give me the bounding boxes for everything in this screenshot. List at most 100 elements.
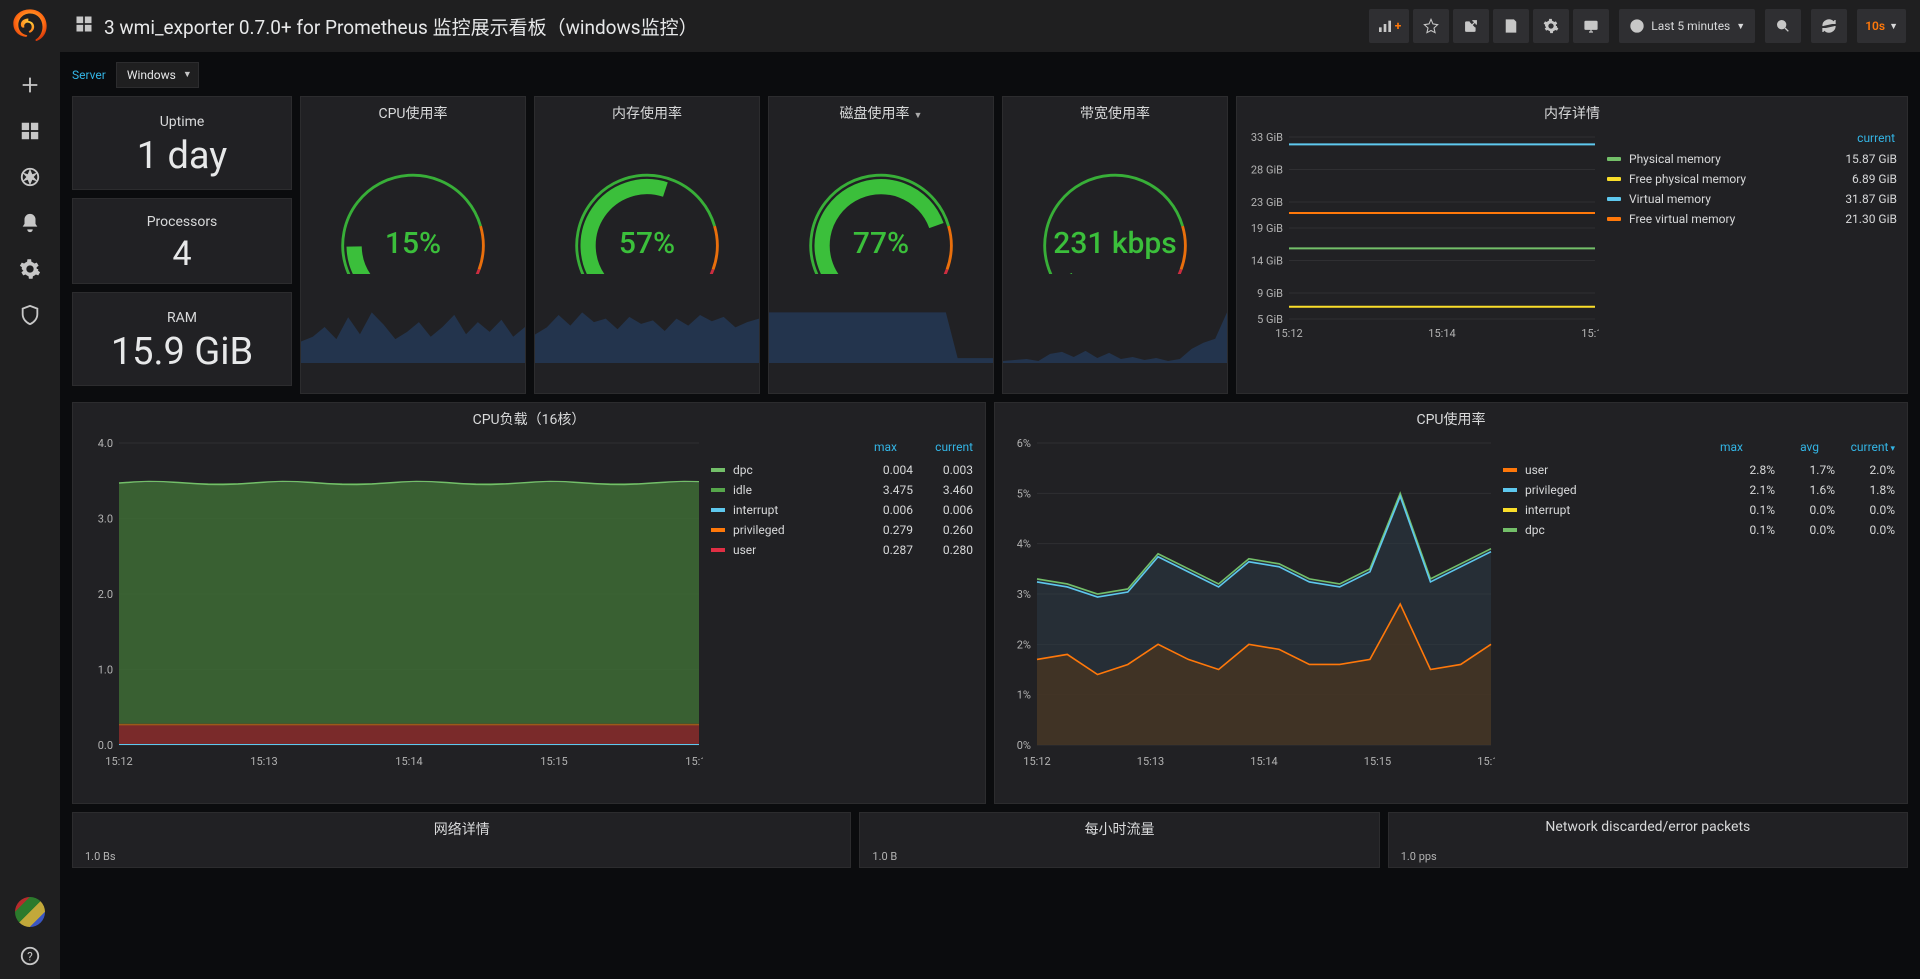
svg-text:?: ? [27, 950, 33, 964]
svg-text:15:15: 15:15 [1364, 755, 1391, 768]
dashboard-title[interactable]: 3 wmi_exporter 0.7.0+ for Prometheus 监控展… [104, 13, 698, 40]
nav-help[interactable]: ? [9, 935, 51, 977]
svg-text:33 GiB: 33 GiB [1251, 131, 1283, 144]
svg-text:15:14: 15:14 [395, 755, 422, 768]
svg-text:23 GiB: 23 GiB [1251, 196, 1283, 209]
svg-text:1.0: 1.0 [98, 664, 113, 677]
svg-text:15:13: 15:13 [1137, 755, 1164, 768]
panel-net-detail[interactable]: 网络详情 1.0 Bs [72, 812, 851, 868]
svg-text:15:16: 15:16 [1477, 755, 1495, 768]
legend-item[interactable]: idle3.4753.460 [711, 480, 973, 500]
svg-text:9 GiB: 9 GiB [1257, 287, 1283, 300]
svg-text:15:14: 15:14 [1250, 755, 1277, 768]
mem-detail-legend: current Physical memory15.87 GiBFree phy… [1607, 131, 1897, 387]
svg-text:15:15: 15:15 [540, 755, 567, 768]
time-range-picker[interactable]: Last 5 minutes ▼ [1619, 9, 1755, 43]
legend-item[interactable]: user0.2870.280 [711, 540, 973, 560]
svg-text:1%: 1% [1017, 689, 1031, 702]
svg-text:2.0: 2.0 [98, 588, 113, 601]
panel-ram[interactable]: RAM 15.9 GiB [72, 292, 292, 386]
zoom-out-button[interactable] [1765, 9, 1801, 43]
add-panel-button[interactable]: + [1369, 9, 1410, 43]
cycle-view-button[interactable] [1573, 9, 1609, 43]
svg-text:4.0: 4.0 [98, 437, 113, 450]
svg-text:15:12: 15:12 [1023, 755, 1050, 768]
refresh-button[interactable] [1811, 9, 1847, 43]
star-button[interactable] [1413, 9, 1449, 43]
legend-item[interactable]: Physical memory15.87 GiB [1607, 149, 1897, 169]
legend-item[interactable]: dpc0.1%0.0%0.0% [1503, 520, 1895, 540]
svg-text:19 GiB: 19 GiB [1251, 222, 1283, 235]
svg-text:15:12: 15:12 [1275, 327, 1302, 340]
gauge-disk-value: 77% [853, 226, 909, 261]
svg-text:0.0: 0.0 [98, 739, 113, 752]
svg-text:4%: 4% [1017, 538, 1031, 551]
nav-alerting[interactable] [9, 202, 51, 244]
user-avatar[interactable] [15, 897, 45, 927]
panel-mem-detail[interactable]: 内存详情 5 GiB9 GiB14 GiB19 GiB23 GiB28 GiB3… [1236, 96, 1908, 394]
variable-label: Server [72, 68, 106, 82]
svg-text:5 GiB: 5 GiB [1257, 313, 1283, 326]
chevron-down-icon: ▼ [1736, 21, 1745, 32]
refresh-interval-picker[interactable]: 10s▼ [1857, 9, 1906, 43]
panel-traffic[interactable]: 每小时流量 1.0 B [859, 812, 1379, 868]
legend-item[interactable]: Virtual memory31.87 GiB [1607, 189, 1897, 209]
legend-item[interactable]: interrupt0.1%0.0%0.0% [1503, 500, 1895, 520]
time-range-label: Last 5 minutes [1651, 19, 1730, 33]
chevron-down-icon: ▼ [1889, 21, 1898, 32]
panel-gauge-cpu[interactable]: CPU使用率 15% [300, 96, 526, 394]
panel-gauge-bandwidth[interactable]: 带宽使用率 231 kbps [1002, 96, 1228, 394]
save-button[interactable] [1493, 9, 1529, 43]
gauge-bw-value: 231 kbps [1053, 226, 1176, 261]
svg-text:15:13: 15:13 [250, 755, 277, 768]
clock-icon [1629, 18, 1645, 34]
gauge-cpu-value: 15% [385, 226, 441, 261]
svg-text:3%: 3% [1017, 588, 1031, 601]
panel-uptime[interactable]: Uptime 1 day [72, 96, 292, 190]
variable-server-select[interactable]: Windows [116, 62, 199, 88]
processors-value: 4 [73, 234, 291, 274]
svg-text:15:16: 15:16 [685, 755, 703, 768]
nav-create[interactable] [9, 64, 51, 106]
panel-processors[interactable]: Processors 4 [72, 198, 292, 284]
dashboard-icon [74, 14, 94, 38]
panel-gauge-mem[interactable]: 内存使用率 57% [534, 96, 760, 394]
ram-value: 15.9 GiB [73, 330, 291, 374]
legend-item[interactable]: dpc0.0040.003 [711, 460, 973, 480]
nav-dashboards[interactable] [9, 110, 51, 152]
svg-text:15:16: 15:16 [1581, 327, 1599, 340]
panel-net-err[interactable]: Network discarded/error packets 1.0 pps [1388, 812, 1908, 868]
svg-text:28 GiB: 28 GiB [1251, 164, 1283, 177]
nav-explore[interactable] [9, 156, 51, 198]
cpu-load-legend: maxcurrentdpc0.0040.003idle3.4753.460int… [711, 437, 973, 797]
svg-text:5%: 5% [1017, 487, 1031, 500]
grafana-logo[interactable] [10, 6, 50, 46]
svg-text:3.0: 3.0 [98, 513, 113, 526]
share-button[interactable] [1453, 9, 1489, 43]
legend-item[interactable]: interrupt0.0060.006 [711, 500, 973, 520]
cpu-use-legend: maxavgcurrentuser2.8%1.7%2.0%privileged2… [1503, 437, 1895, 797]
top-bar: 3 wmi_exporter 0.7.0+ for Prometheus 监控展… [60, 0, 1920, 52]
legend-item[interactable]: privileged2.1%1.6%1.8% [1503, 480, 1895, 500]
nav-server-admin[interactable] [9, 294, 51, 336]
uptime-value: 1 day [73, 134, 291, 178]
svg-text:0%: 0% [1017, 739, 1031, 752]
chevron-down-icon: ▼ [914, 111, 923, 121]
settings-button[interactable] [1533, 9, 1569, 43]
panel-gauge-disk[interactable]: 磁盘使用率▼ 77% [768, 96, 994, 394]
panel-cpu-use[interactable]: CPU使用率 0%1%2%3%4%5%6%15:1215:1315:1415:1… [994, 402, 1908, 804]
svg-text:15:14: 15:14 [1428, 327, 1455, 340]
nav-configuration[interactable] [9, 248, 51, 290]
svg-text:14 GiB: 14 GiB [1251, 255, 1283, 268]
legend-item[interactable]: Free virtual memory21.30 GiB [1607, 209, 1897, 229]
gauge-mem-value: 57% [619, 226, 675, 261]
legend-item[interactable]: user2.8%1.7%2.0% [1503, 460, 1895, 480]
side-nav: ? [0, 0, 60, 979]
dashboard-content: Server Windows Uptime 1 day Processors 4… [60, 52, 1920, 979]
legend-item[interactable]: Free physical memory6.89 GiB [1607, 169, 1897, 189]
legend-item[interactable]: privileged0.2790.260 [711, 520, 973, 540]
svg-text:2%: 2% [1017, 638, 1031, 651]
svg-text:6%: 6% [1017, 437, 1031, 450]
panel-cpu-load[interactable]: CPU负载（16核） 0.01.02.03.04.015:1215:1315:1… [72, 402, 986, 804]
svg-text:15:12: 15:12 [105, 755, 132, 768]
